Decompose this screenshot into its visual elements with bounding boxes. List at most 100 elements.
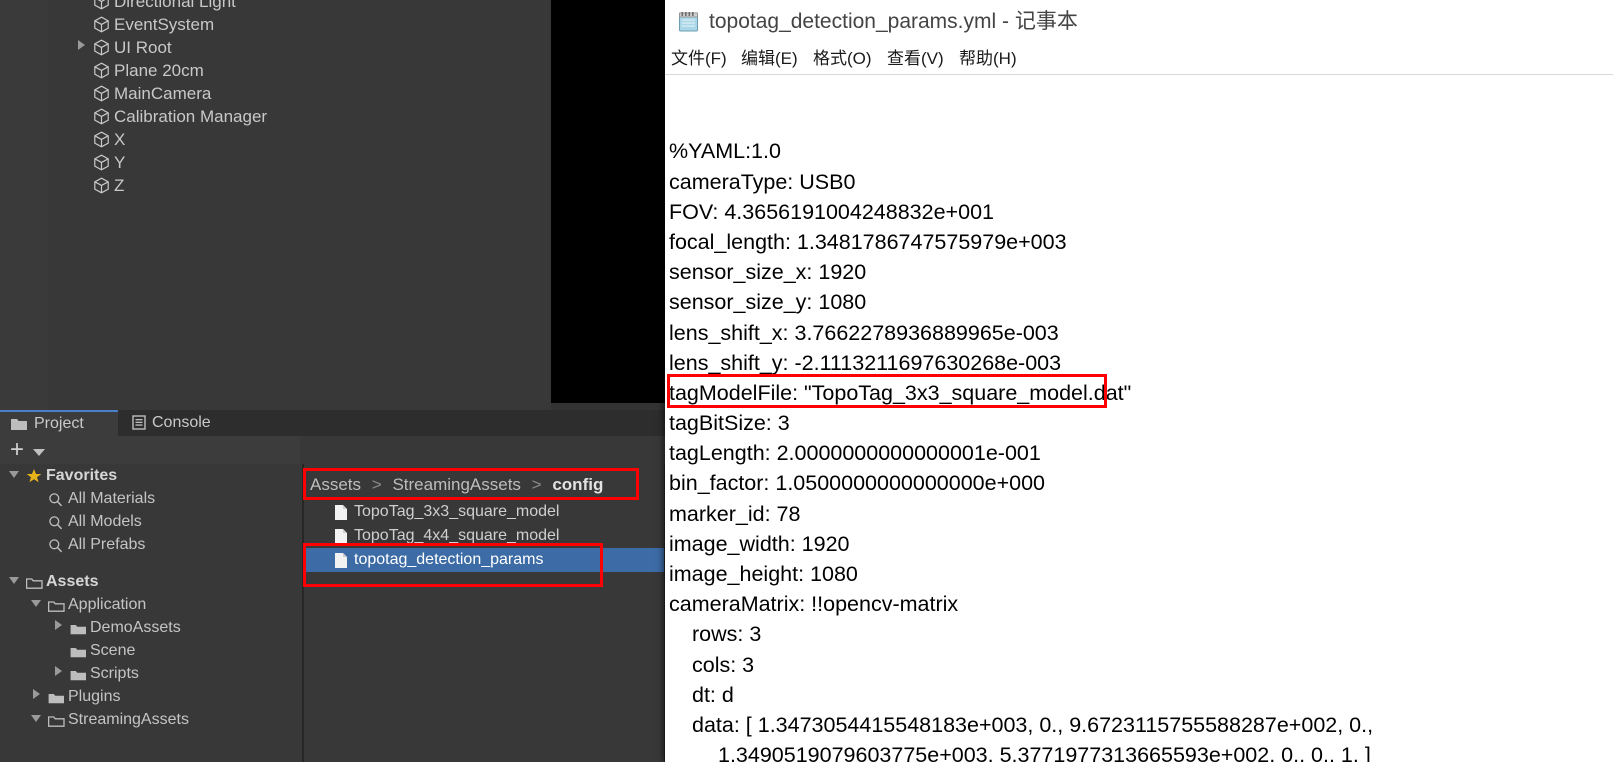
yaml-line: cols: 3 (692, 652, 755, 677)
menubar-divider (665, 74, 1613, 75)
tree-item-all-models[interactable]: All Models (0, 510, 302, 533)
hierarchy-item-directional-light[interactable]: Directional Light (48, 0, 551, 13)
notepad-titlebar[interactable]: topotag_detection_params.yml - 记事本 (665, 0, 1613, 44)
twisty-icon[interactable] (6, 570, 22, 593)
tree-item-label: Scene (90, 642, 136, 659)
hierarchy-item-x[interactable]: X (48, 128, 551, 151)
tree-item-plugins[interactable]: Plugins (0, 685, 302, 708)
gameobject-icon (93, 62, 110, 79)
twisty-icon[interactable] (50, 616, 66, 639)
twisty-icon[interactable] (50, 662, 66, 685)
tab-project[interactable]: Project (0, 410, 118, 436)
project-tree-pane[interactable]: Favorites All Materials All Models All Pref… (0, 464, 302, 762)
breadcrumb-part-config[interactable]: config (552, 475, 603, 494)
notepad-icon (677, 10, 701, 34)
yaml-line: 1.3490519079603775e+003, 5.3771977313665… (718, 743, 1371, 762)
twisty-icon[interactable] (6, 464, 22, 487)
gameobject-icon (93, 39, 110, 56)
hierarchy-item-label: Calibration Manager (114, 107, 268, 126)
yaml-line: cameraMatrix: !!opencv-matrix (669, 592, 959, 617)
asset-row[interactable]: topotag_detection_params (304, 548, 666, 572)
console-icon (132, 415, 146, 430)
gameobject-icon (93, 0, 110, 10)
hierarchy-item-ui-root[interactable]: UI Root (48, 36, 551, 59)
hierarchy-item-label: X (114, 130, 126, 149)
hierarchy-item-label: EventSystem (114, 15, 215, 34)
gameobject-icon (93, 16, 110, 33)
twisty-icon[interactable] (28, 593, 44, 616)
tree-item-label: All Models (68, 513, 142, 530)
menu-file[interactable]: 文件(F) (671, 44, 727, 74)
twisty-icon[interactable] (70, 36, 92, 59)
yaml-line: FOV: 4.3656191004248832e+001 (669, 199, 994, 224)
breadcrumb-part-assets[interactable]: Assets (310, 475, 361, 494)
project-tree[interactable]: Favorites All Materials All Models All Pref… (0, 464, 302, 731)
yaml-line: lens_shift_x: 3.7662278936889965e-003 (669, 320, 1059, 345)
hierarchy-item-y[interactable]: Y (48, 151, 551, 174)
tab-console[interactable]: Console (122, 410, 258, 436)
asset-row[interactable]: TopoTag_4x4_square_model (304, 524, 666, 548)
hierarchy-item-eventsystem[interactable]: EventSystem (48, 13, 551, 36)
tree-item-label: Application (68, 596, 147, 613)
gameobject-icon (93, 131, 110, 148)
gameobject-icon (93, 108, 110, 125)
yaml-line: sensor_size_x: 1920 (669, 260, 867, 285)
tree-item-all-prefabs[interactable]: All Prefabs (0, 533, 302, 556)
yaml-line: focal_length: 1.3481786747575979e+003 (669, 229, 1067, 254)
hierarchy-item-plane-20cm[interactable]: Plane 20cm (48, 59, 551, 82)
tree-item-demoassets[interactable]: DemoAssets (0, 616, 302, 639)
hierarchy-item-calibration-manager[interactable]: Calibration Manager (48, 105, 551, 128)
breadcrumb[interactable]: Assets > StreamingAssets > config (310, 472, 603, 498)
hierarchy-item-maincamera[interactable]: MainCamera (48, 82, 551, 105)
project-list-pane[interactable]: Assets > StreamingAssets > config TopoTa… (304, 464, 666, 762)
asset-file-list[interactable]: TopoTag_3x3_square_model TopoTag_4x4_squa… (304, 500, 666, 572)
asset-label: topotag_detection_params (354, 551, 544, 568)
tree-item-label: StreamingAssets (68, 711, 189, 728)
chevron-down-icon[interactable] (33, 449, 45, 456)
tree-item-assets[interactable]: Assets (0, 570, 302, 593)
yaml-line: marker_id: 78 (669, 501, 801, 526)
twisty-icon[interactable] (28, 708, 44, 731)
breadcrumb-separator-1: > (371, 475, 382, 494)
tree-item-label: All Prefabs (68, 536, 146, 553)
notepad-text-area[interactable]: %YAML:1.0 cameraType: USB0 FOV: 4.36561910… (669, 76, 1613, 762)
hierarchy-item-label: Z (114, 176, 125, 195)
yaml-line: dt: d (692, 682, 734, 707)
tree-item-label: Favorites (46, 467, 118, 484)
hierarchy-tree[interactable]: Directional Light EventSystem UI Root Plane… (48, 0, 551, 197)
menu-view[interactable]: 查看(V) (887, 44, 944, 74)
hierarchy-item-z[interactable]: Z (48, 174, 551, 197)
hierarchy-panel[interactable]: Directional Light EventSystem UI Root Plane… (48, 0, 551, 410)
yaml-line: cameraType: USB0 (669, 169, 856, 194)
menu-help[interactable]: 帮助(H) (959, 44, 1017, 74)
menu-edit[interactable]: 编辑(E) (741, 44, 798, 74)
gameobject-icon (93, 177, 110, 194)
yaml-line: %YAML:1.0 (669, 139, 781, 164)
file-icon (334, 552, 348, 577)
asset-row[interactable]: TopoTag_3x3_square_model (304, 500, 666, 524)
tree-item-streamingassets[interactable]: StreamingAssets (0, 708, 302, 731)
notepad-menubar[interactable]: 文件(F) 编辑(E) 格式(O) 查看(V) 帮助(H) (665, 44, 1613, 74)
project-toolbar (0, 436, 300, 464)
tree-item-scripts[interactable]: Scripts (0, 662, 302, 685)
yaml-line: rows: 3 (692, 622, 762, 647)
yaml-line: tagLength: 2.0000000000000001e-001 (669, 441, 1041, 466)
menu-format[interactable]: 格式(O) (813, 44, 872, 74)
yaml-line: lens_shift_y: -2.1113211697630268e-003 (669, 350, 1062, 375)
yaml-line: sensor_size_y: 1080 (669, 290, 867, 315)
tree-item-favorites[interactable]: Favorites (0, 464, 302, 487)
folder-icon (10, 417, 28, 431)
breadcrumb-part-streamingassets[interactable]: StreamingAssets (392, 475, 521, 494)
hierarchy-item-label: UI Root (114, 38, 172, 57)
tree-item-label: Assets (46, 573, 99, 590)
notepad-window[interactable]: topotag_detection_params.yml - 记事本 文件(F)… (665, 0, 1613, 762)
add-asset-button[interactable]: + (10, 438, 24, 462)
tree-item-all-materials[interactable]: All Materials (0, 487, 302, 510)
twisty-icon[interactable] (28, 685, 44, 708)
yaml-line: tagBitSize: 3 (669, 411, 790, 436)
tree-item-scene[interactable]: Scene (0, 639, 302, 662)
notepad-title: topotag_detection_params.yml - 记事本 (709, 10, 1078, 33)
tree-item-application[interactable]: Application (0, 593, 302, 616)
tree-item-label: Scripts (90, 665, 139, 682)
